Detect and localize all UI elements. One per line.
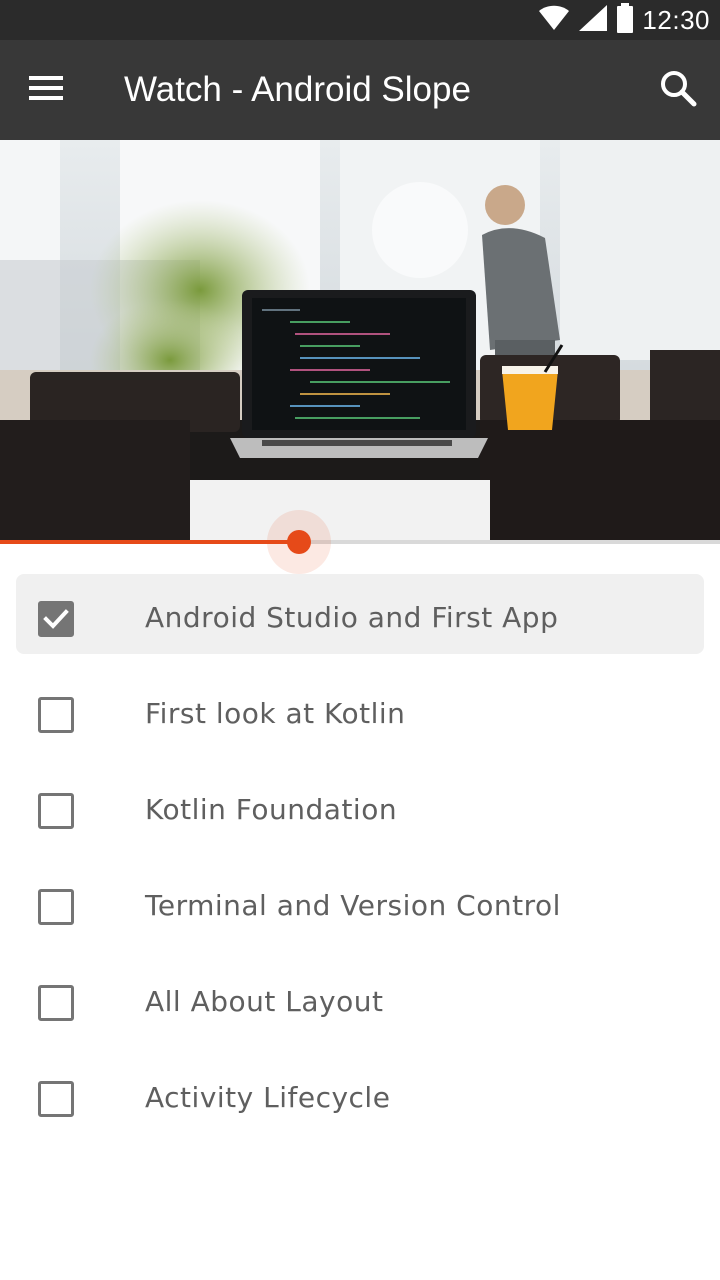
episode-checkbox[interactable] [38, 793, 74, 829]
episode-item[interactable]: Kotlin Foundation [16, 766, 704, 846]
check-icon [43, 609, 69, 629]
laptop-cafe-illustration [0, 140, 720, 542]
search-button[interactable] [654, 66, 702, 114]
episode-item[interactable]: Android Studio and First App [16, 574, 704, 654]
episode-title: All About Layout [145, 985, 384, 1018]
status-time: 12:30 [642, 4, 710, 35]
episode-title: Activity Lifecycle [145, 1081, 391, 1114]
menu-icon [29, 75, 63, 105]
video-thumbnail[interactable] [0, 140, 720, 542]
wifi-icon [538, 5, 570, 36]
app-title: Watch - Android Slope [124, 70, 471, 109]
episode-checkbox[interactable] [38, 601, 74, 637]
episode-item[interactable]: First look at Kotlin [16, 670, 704, 750]
search-icon [659, 69, 697, 112]
signal-icon [578, 4, 608, 37]
episode-title: Android Studio and First App [145, 601, 559, 634]
episode-title: First look at Kotlin [145, 697, 406, 730]
episode-checkbox[interactable] [38, 697, 74, 733]
episode-item[interactable]: All About Layout [16, 958, 704, 1038]
status-bar: 12:30 [0, 0, 720, 40]
seek-thumb[interactable] [287, 530, 311, 554]
episode-checkbox[interactable] [38, 985, 74, 1021]
episode-title: Terminal and Version Control [145, 889, 561, 922]
seek-progress [0, 540, 299, 544]
status-icons: 12:30 [538, 0, 710, 40]
episode-checkbox[interactable] [38, 889, 74, 925]
battery-icon [616, 2, 634, 38]
app-bar: Watch - Android Slope [0, 40, 720, 140]
episode-checkbox[interactable] [38, 1081, 74, 1117]
menu-button[interactable] [22, 66, 70, 114]
video-seek-bar[interactable] [0, 510, 720, 574]
episode-item[interactable]: Activity Lifecycle [16, 1054, 704, 1134]
episode-list: Android Studio and First App First look … [16, 574, 704, 1150]
episode-item[interactable]: Terminal and Version Control [16, 862, 704, 942]
episode-title: Kotlin Foundation [145, 793, 398, 826]
